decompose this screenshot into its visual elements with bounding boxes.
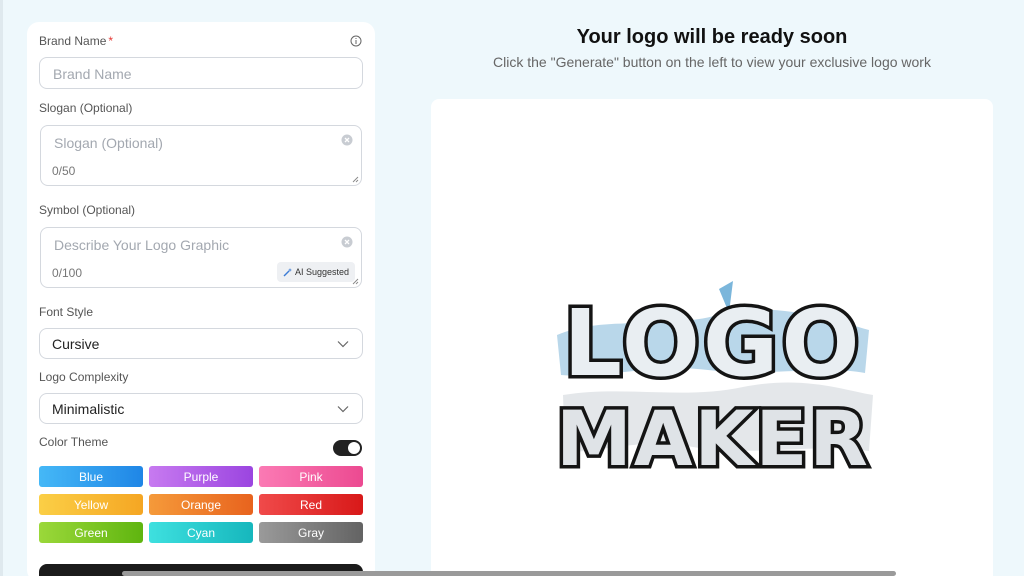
clear-icon[interactable] — [341, 134, 353, 146]
color-theme-label: Color Theme — [39, 435, 109, 449]
complexity-label: Logo Complexity — [39, 370, 129, 384]
color-option-green[interactable]: Green — [39, 522, 143, 543]
info-icon[interactable] — [350, 35, 362, 47]
brand-name-input[interactable]: Brand Name — [39, 57, 363, 89]
logo-form-panel: Brand Name * Brand Name Slogan (Optional)… — [27, 22, 375, 576]
font-style-value: Cursive — [52, 336, 100, 352]
color-option-purple[interactable]: Purple — [149, 466, 253, 487]
magic-wand-icon — [283, 268, 292, 277]
logo-maker-illustration: LOGO MAKER — [553, 281, 873, 485]
slogan-placeholder: Slogan (Optional) — [54, 135, 163, 151]
font-style-label: Font Style — [39, 305, 94, 319]
color-option-pink[interactable]: Pink — [259, 466, 363, 487]
complexity-select[interactable]: Minimalistic — [39, 393, 363, 424]
logo-text-line2: MAKER — [556, 394, 870, 483]
resize-handle-icon[interactable] — [352, 176, 359, 183]
resize-handle-icon[interactable] — [352, 278, 359, 285]
ai-suggested-button[interactable]: AI Suggested — [276, 262, 355, 282]
window-edge — [0, 0, 3, 576]
clear-icon[interactable] — [341, 236, 353, 248]
page-title: Your logo will be ready soon — [576, 26, 848, 48]
color-option-cyan[interactable]: Cyan — [149, 522, 253, 543]
color-option-orange[interactable]: Orange — [149, 494, 253, 515]
page-subtitle: Click the "Generate" button on the left … — [493, 54, 931, 70]
logo-preview-canvas: LOGO MAKER — [431, 99, 993, 576]
color-option-red[interactable]: Red — [259, 494, 363, 515]
complexity-value: Minimalistic — [52, 401, 125, 417]
slogan-label: Slogan (Optional) — [39, 101, 133, 115]
color-option-gray[interactable]: Gray — [259, 522, 363, 543]
slogan-char-count: 0/50 — [52, 164, 76, 178]
color-option-yellow[interactable]: Yellow — [39, 494, 143, 515]
color-theme-toggle[interactable] — [333, 440, 362, 456]
ai-suggested-label: AI Suggested — [294, 267, 349, 277]
brand-name-label: Brand Name * — [39, 34, 114, 48]
color-option-blue[interactable]: Blue — [39, 466, 143, 487]
chevron-down-icon — [337, 341, 349, 348]
chevron-down-icon — [337, 406, 349, 413]
font-style-select[interactable]: Cursive — [39, 328, 363, 359]
symbol-label: Symbol (Optional) — [39, 203, 136, 217]
color-theme-options: Blue Purple Pink Yellow Orange Red Green… — [39, 466, 363, 543]
symbol-char-count: 0/100 — [52, 266, 83, 280]
symbol-placeholder: Describe Your Logo Graphic — [54, 237, 230, 253]
logo-text-line1: LOGO — [563, 290, 862, 397]
slogan-textarea[interactable]: Slogan (Optional) 0/50 — [40, 125, 362, 186]
horizontal-scrollbar[interactable] — [122, 571, 896, 576]
symbol-textarea[interactable]: Describe Your Logo Graphic 0/100 AI Sugg… — [40, 227, 362, 288]
